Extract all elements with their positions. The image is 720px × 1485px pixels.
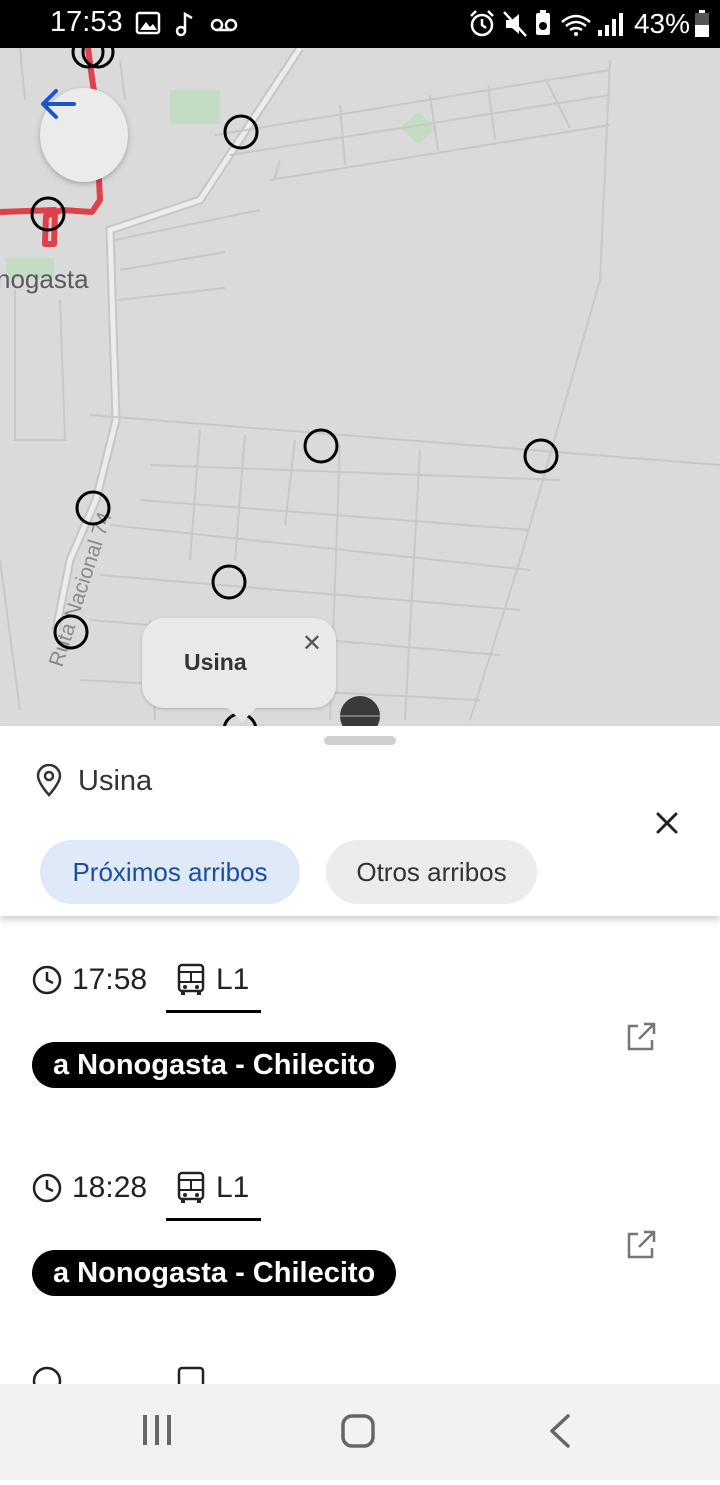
- open-external-icon[interactable]: [624, 1020, 658, 1054]
- arrivals-list[interactable]: 17:58 L1 a Nonogasta - Chilecito 18:28 L…: [0, 916, 720, 1384]
- arrival-time-row: 18:28: [32, 1158, 147, 1218]
- home-icon[interactable]: [341, 1414, 375, 1448]
- popup-tail: [224, 704, 260, 722]
- route-label: L1: [216, 963, 250, 996]
- drag-handle[interactable]: [324, 736, 396, 745]
- image-icon: [135, 11, 161, 35]
- mute-icon: [503, 11, 527, 37]
- route-badge[interactable]: L1: [166, 1158, 261, 1221]
- arrival-item[interactable]: 17:58 L1 a Nonogasta - Chilecito: [32, 950, 692, 1130]
- arrival-item-partial[interactable]: [32, 1366, 692, 1384]
- stop-marker: [523, 438, 559, 474]
- close-icon[interactable]: [650, 806, 684, 840]
- popup-title: Usina: [184, 649, 247, 675]
- status-left-icons: [135, 11, 238, 37]
- open-external-icon[interactable]: [624, 1228, 658, 1262]
- bus-icon: [177, 963, 205, 995]
- battery-icon: [695, 10, 709, 37]
- tab-label: Próximos arribos: [72, 856, 268, 887]
- voicemail-icon: [210, 18, 238, 32]
- clock-icon: [32, 1173, 62, 1203]
- stop-marker: [303, 428, 339, 464]
- system-nav-bar: [0, 1384, 720, 1480]
- bus-icon: [177, 1366, 205, 1384]
- tab-label: Otros arribos: [356, 856, 507, 887]
- arrival-item[interactable]: 18:28 L1 a Nonogasta - Chilecito: [32, 1158, 692, 1338]
- music-note-icon: [175, 11, 193, 37]
- map-view[interactable]: nogasta Ruta Nacional 74: [0, 48, 720, 728]
- user-location-marker: [340, 696, 380, 728]
- stop-name: Usina: [78, 764, 153, 797]
- recent-apps-icon[interactable]: [143, 1415, 171, 1445]
- clock-icon: [32, 965, 62, 995]
- battery-saver-icon: [535, 10, 550, 35]
- destination-badge: a Nonogasta - Chilecito: [32, 1042, 397, 1088]
- clock-icon: [32, 1366, 62, 1384]
- place-label: nogasta: [0, 264, 89, 294]
- stop-marker: [211, 564, 247, 600]
- route-badge[interactable]: L1: [166, 950, 261, 1013]
- arrival-time: 18:28: [72, 1171, 148, 1204]
- status-time: 17:53: [50, 6, 123, 38]
- destination-badge: a Nonogasta - Chilecito: [32, 1250, 397, 1296]
- back-button[interactable]: [40, 88, 128, 182]
- park-area: [170, 90, 220, 124]
- bus-icon: [177, 1171, 205, 1203]
- location-pin-icon: [36, 764, 62, 797]
- tab-proximos-arribos[interactable]: Próximos arribos: [40, 840, 300, 904]
- signal-icon: [597, 13, 623, 36]
- battery-percent: 43%: [633, 8, 690, 39]
- alarm-icon: [470, 10, 494, 37]
- stop-popup[interactable]: Usina ✕: [142, 618, 336, 708]
- wifi-icon: [561, 14, 591, 36]
- popup-close-icon[interactable]: ✕: [302, 632, 322, 656]
- arrival-time-row: 17:58: [32, 950, 147, 1010]
- arrival-time: 17:58: [72, 963, 148, 996]
- status-bar: 17:53 43%: [0, 0, 720, 48]
- stop-details-sheet: Usina Próximos arribos Otros arribos: [0, 726, 720, 916]
- status-right-icons: 43%: [468, 8, 710, 40]
- tab-otros-arribos[interactable]: Otros arribos: [326, 840, 537, 904]
- arrow-left-icon: [41, 89, 76, 119]
- nav-back-icon[interactable]: [550, 1414, 570, 1448]
- route-label: L1: [216, 1171, 250, 1204]
- stop-header: Usina: [34, 764, 152, 798]
